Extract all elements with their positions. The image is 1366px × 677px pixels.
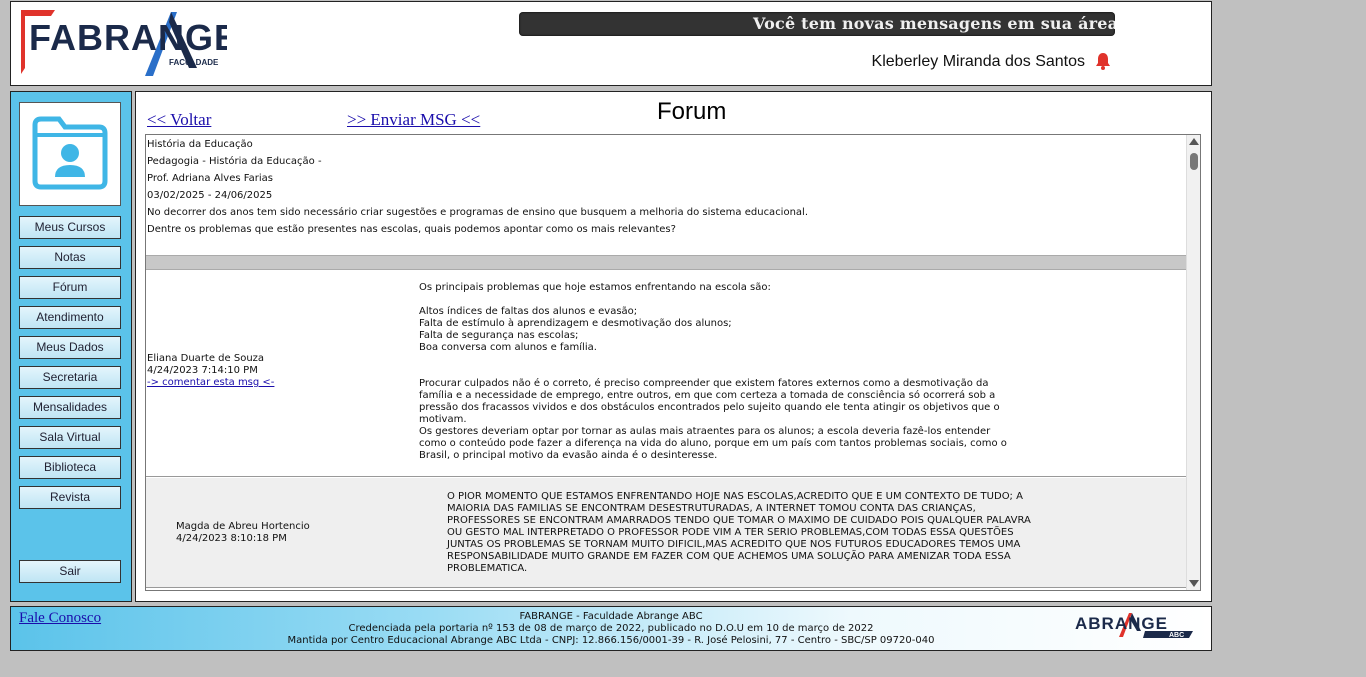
comment-link[interactable]: -> comentar esta msg <- bbox=[147, 377, 274, 389]
forum-post: Eliana Duarte de Souza 4/24/2023 7:14:10… bbox=[146, 271, 1186, 477]
topic-discipline: História da Educação bbox=[147, 139, 253, 150]
footer-line-3: Mantida por Centro Educacional Abrange A… bbox=[287, 635, 935, 646]
sidebar-item-secretaria[interactable]: Secretaria bbox=[19, 366, 121, 389]
topic-question: Dentre os problemas que estão presentes … bbox=[147, 224, 676, 235]
logout-button[interactable]: Sair bbox=[19, 560, 121, 583]
sidebar: Meus Cursos Notas Fórum Atendimento Meus… bbox=[10, 91, 132, 602]
bell-icon[interactable] bbox=[1095, 52, 1111, 70]
header: FABRANGE FACULDADE Você tem novas mensag… bbox=[10, 1, 1212, 86]
logo-text: FABRANGE bbox=[29, 17, 227, 58]
sidebar-item-sala-virtual[interactable]: Sala Virtual bbox=[19, 426, 121, 449]
post-author: Eliana Duarte de Souza bbox=[147, 353, 265, 364]
marquee-text: Você tem novas mensagens em sua área de bbox=[753, 14, 1115, 33]
post-author: Magda de Abreu Hortencio bbox=[176, 521, 310, 532]
footer-line-1: FABRANGE - Faculdade Abrange ABC bbox=[519, 611, 703, 622]
topic-course: Pedagogia - História da Educação - bbox=[147, 156, 322, 167]
forum-content[interactable]: História da Educação Pedagogia - Históri… bbox=[145, 134, 1201, 591]
logo-subtext: FACULDADE bbox=[169, 58, 219, 67]
fabrange-logo: FABRANGE FACULDADE bbox=[21, 10, 227, 76]
user-name: Kleberley Miranda dos Santos bbox=[871, 53, 1085, 70]
content-scrollbar[interactable] bbox=[1186, 135, 1200, 590]
sidebar-item-forum[interactable]: Fórum bbox=[19, 276, 121, 299]
scroll-thumb[interactable] bbox=[1190, 153, 1198, 170]
user-folder-icon bbox=[32, 116, 108, 190]
sidebar-item-meus-cursos[interactable]: Meus Cursos bbox=[19, 216, 121, 239]
forum-post: Magda de Abreu Hortencio 4/24/2023 8:10:… bbox=[146, 478, 1186, 588]
footer: Fale Conosco FABRANGE - Faculdade Abrang… bbox=[10, 606, 1212, 651]
post-date: 4/24/2023 8:10:18 PM bbox=[176, 533, 287, 544]
send-message-link[interactable]: >> Enviar MSG << bbox=[347, 110, 480, 130]
scroll-down-arrow-icon[interactable] bbox=[1189, 580, 1199, 587]
scroll-up-arrow-icon[interactable] bbox=[1189, 138, 1199, 145]
post-author-block: Magda de Abreu Hortencio 4/24/2023 8:10:… bbox=[176, 521, 310, 545]
sidebar-item-biblioteca[interactable]: Biblioteca bbox=[19, 456, 121, 479]
page-title: Forum bbox=[657, 98, 727, 125]
avatar bbox=[19, 102, 121, 206]
footer-logo-subtext: ABC bbox=[1169, 632, 1184, 639]
sidebar-item-meus-dados[interactable]: Meus Dados bbox=[19, 336, 121, 359]
topic-intro: No decorrer dos anos tem sido necessário… bbox=[147, 207, 809, 218]
main-panel: << Voltar >> Enviar MSG << Forum Históri… bbox=[135, 91, 1212, 602]
sidebar-item-revista[interactable]: Revista bbox=[19, 486, 121, 509]
post-message: Os principais problemas que hoje estamos… bbox=[419, 282, 1007, 461]
post-message: O PIOR MOMENTO QUE ESTAMOS ENFRENTANDO H… bbox=[447, 491, 1031, 574]
topic-professor: Prof. Adriana Alves Farias bbox=[147, 173, 273, 184]
back-link[interactable]: << Voltar bbox=[147, 110, 211, 130]
sidebar-item-atendimento[interactable]: Atendimento bbox=[19, 306, 121, 329]
footer-logo-text: ABRANGE bbox=[1075, 614, 1168, 633]
topic-period: 03/02/2025 - 24/06/2025 bbox=[147, 190, 273, 201]
divider-bar bbox=[146, 255, 1186, 270]
abrange-abc-logo: ABRANGE ABC bbox=[1075, 613, 1193, 639]
notification-marquee[interactable]: Você tem novas mensagens em sua área de bbox=[519, 12, 1115, 36]
sidebar-item-mensalidades[interactable]: Mensalidades bbox=[19, 396, 121, 419]
post-date: 4/24/2023 7:14:10 PM bbox=[147, 365, 258, 376]
footer-line-2: Credenciada pela portaria nº 153 de 08 d… bbox=[348, 623, 874, 634]
sidebar-item-notas[interactable]: Notas bbox=[19, 246, 121, 269]
post-author-block: Eliana Duarte de Souza 4/24/2023 7:14:10… bbox=[147, 353, 274, 389]
